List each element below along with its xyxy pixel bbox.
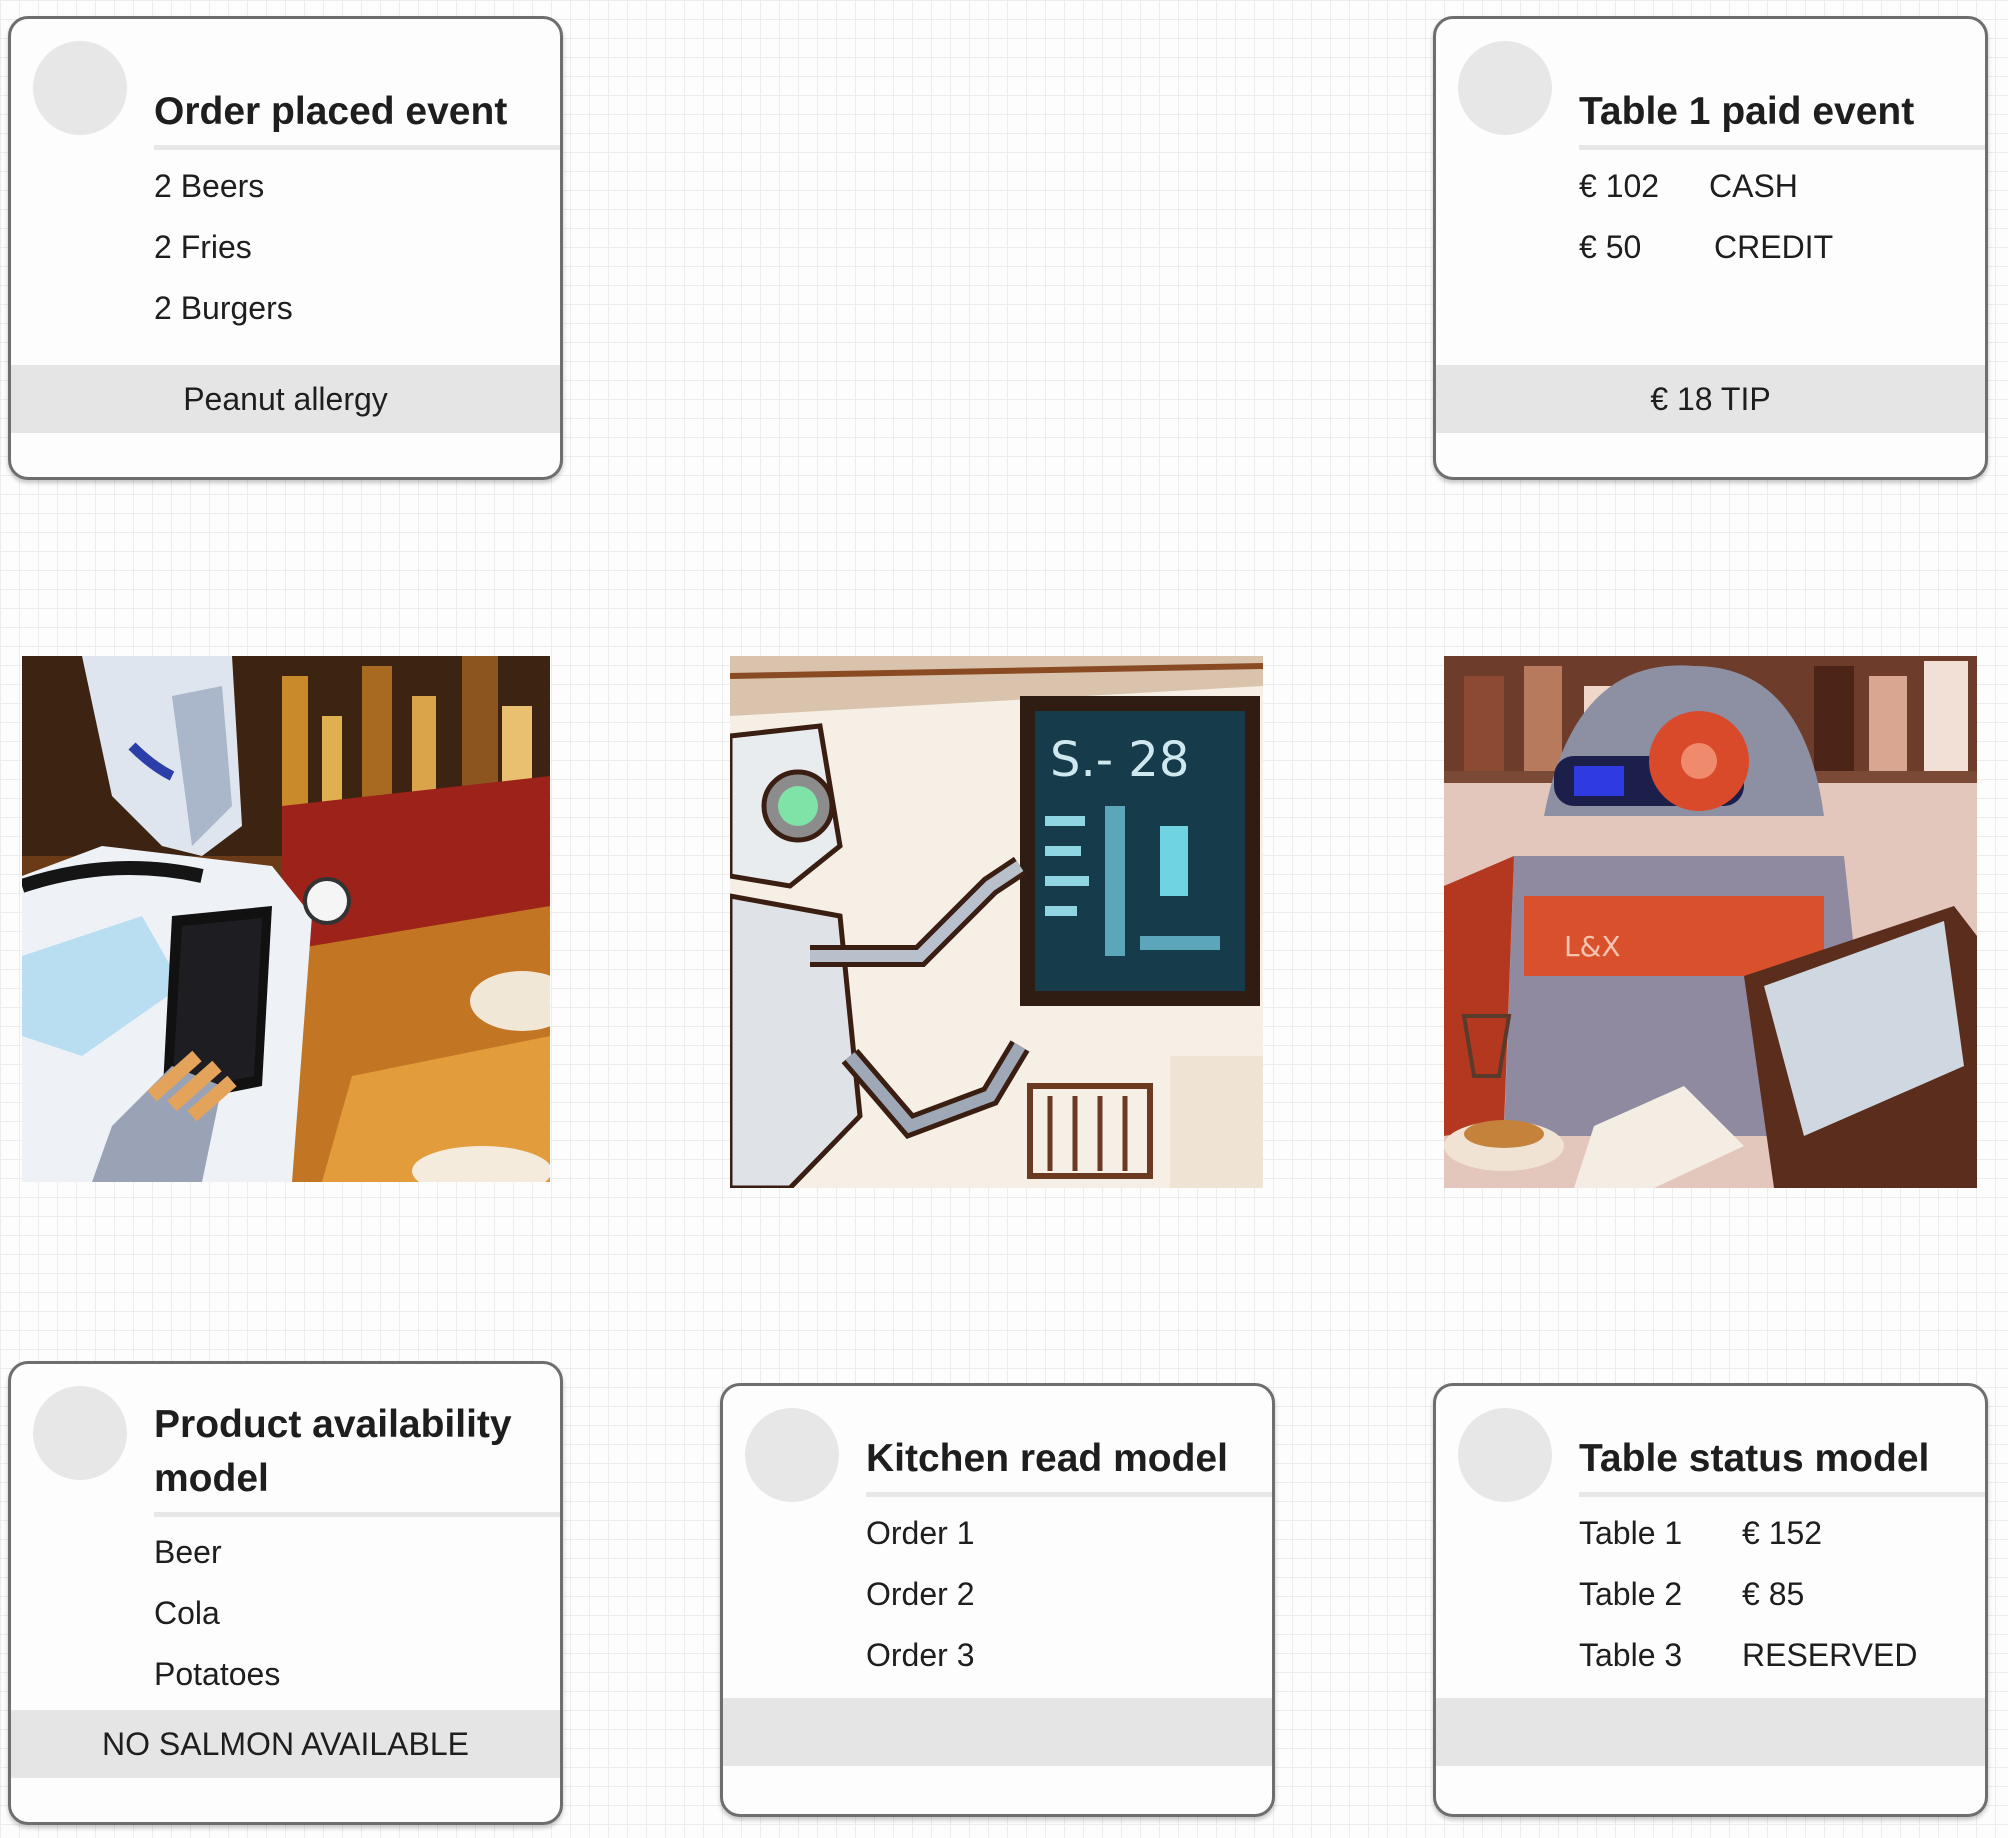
payment-amount: € 50 [1579, 229, 1642, 265]
list-item: Potatoes [154, 1656, 281, 1692]
card-title: Table status model [1579, 1414, 1985, 1497]
item-list: 2 Beers 2 Fries 2 Burgers [154, 156, 550, 339]
payment-method: CREDIT [1714, 229, 1834, 265]
avatar [1458, 1408, 1552, 1502]
table-status-model-card[interactable]: Table status model Table 1 € 152 Table 2 €… [1433, 1383, 1988, 1817]
table-value: € 85 [1742, 1576, 1805, 1612]
payment-row: € 102 CASH [1579, 156, 1975, 217]
card-footer [1436, 1698, 1985, 1766]
robot-at-register-image: L&X [1444, 656, 1977, 1188]
robot-holding-phone-image [22, 656, 550, 1182]
table-name: Table 1 [1579, 1515, 1683, 1551]
avatar [33, 1386, 127, 1480]
card-title: Product availability model [154, 1390, 560, 1517]
product-availability-model-card[interactable]: Product availability model Beer Cola Pot… [8, 1361, 563, 1825]
list-item: 2 Burgers [154, 290, 293, 326]
list-item: Cola [154, 1595, 220, 1631]
list-item: Order 3 [866, 1637, 975, 1673]
order-placed-event-card[interactable]: Order placed event 2 Beers 2 Fries 2 Bur… [8, 16, 563, 480]
payment-method: CASH [1709, 168, 1798, 204]
table-row: Table 3 RESERVED [1579, 1625, 1975, 1686]
table-name: Table 3 [1579, 1637, 1683, 1673]
table-paid-event-card[interactable]: Table 1 paid event € 102 CASH € 50 CREDIT … [1433, 16, 1988, 480]
table-row: Table 2 € 85 [1579, 1564, 1975, 1625]
table-row: Table 1 € 152 [1579, 1503, 1975, 1564]
list-item: Order 2 [866, 1576, 975, 1612]
card-title: Order placed event [154, 67, 560, 150]
list-item: Order 1 [866, 1515, 975, 1551]
list-item: Beer [154, 1534, 222, 1570]
list-item: 2 Beers [154, 168, 265, 204]
table-value: RESERVED [1742, 1637, 1918, 1673]
payment-row: € 50 CREDIT [1579, 217, 1975, 278]
card-footer: NO SALMON AVAILABLE [11, 1710, 560, 1778]
card-title: Table 1 paid event [1579, 67, 1985, 150]
table-name: Table 2 [1579, 1576, 1683, 1612]
table-value: € 152 [1742, 1515, 1823, 1551]
table-status-list: Table 1 € 152 Table 2 € 85 Table 3 RESERVED [1579, 1503, 1975, 1686]
svg-text:L&X: L&X [1564, 930, 1621, 963]
payment-amount: € 102 [1579, 168, 1660, 204]
card-footer: € 18 TIP [1436, 365, 1985, 433]
avatar [33, 41, 127, 135]
item-list: Order 1 Order 2 Order 3 [866, 1503, 1262, 1686]
robot-reading-menu-board-image: S.- 28 [730, 656, 1263, 1188]
avatar [745, 1408, 839, 1502]
svg-text:S.- 28: S.- 28 [1050, 732, 1189, 788]
avatar [1458, 41, 1552, 135]
card-footer [723, 1698, 1272, 1766]
card-footer: Peanut allergy [11, 365, 560, 433]
list-item: 2 Fries [154, 229, 252, 265]
card-title: Kitchen read model [866, 1414, 1272, 1497]
kitchen-read-model-card[interactable]: Kitchen read model Order 1 Order 2 Order… [720, 1383, 1275, 1817]
payment-list: € 102 CASH € 50 CREDIT [1579, 156, 1975, 278]
item-list: Beer Cola Potatoes [154, 1522, 550, 1705]
